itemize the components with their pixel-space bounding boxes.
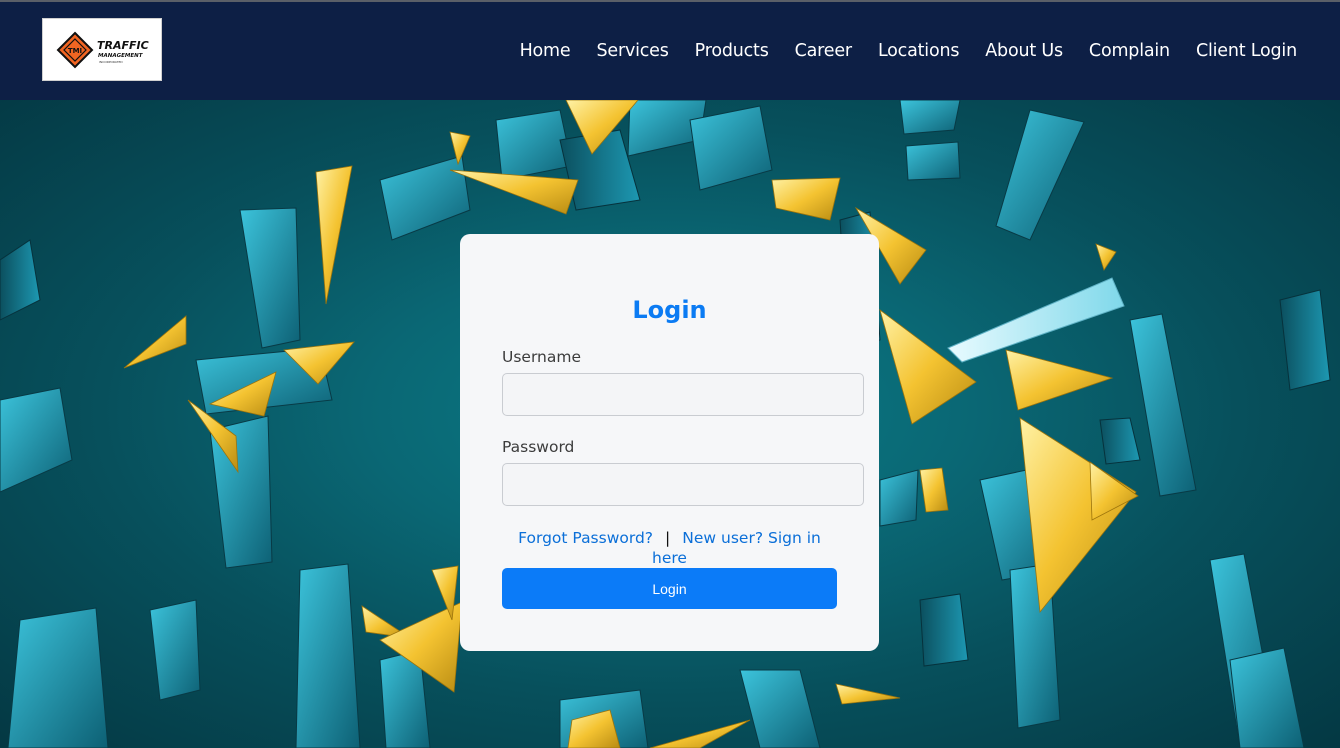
svg-text:TMI: TMI [68, 47, 82, 55]
nav-about-us[interactable]: About Us [985, 41, 1063, 61]
logo-graphic: TMI TRAFFIC MANAGEMENT INCORPORATED [56, 31, 149, 69]
forgot-password-link[interactable]: Forgot Password? [518, 529, 653, 547]
username-input[interactable] [502, 373, 864, 416]
login-card: Login Username Password Forgot Password?… [460, 234, 879, 651]
nav-client-login[interactable]: Client Login [1196, 41, 1297, 61]
nav-products[interactable]: Products [695, 41, 769, 61]
top-navbar: TMI TRAFFIC MANAGEMENT INCORPORATED Home… [0, 0, 1340, 100]
svg-text:INCORPORATED: INCORPORATED [99, 60, 123, 64]
login-title: Login [632, 296, 707, 324]
nav-career[interactable]: Career [795, 41, 852, 61]
link-separator: | [665, 529, 671, 547]
password-input[interactable] [502, 463, 864, 506]
account-links: Forgot Password? | New user? Sign in here [502, 528, 837, 568]
username-label: Username [502, 348, 582, 366]
nav-complain[interactable]: Complain [1089, 41, 1170, 61]
svg-text:MANAGEMENT: MANAGEMENT [98, 53, 144, 59]
svg-text:TRAFFIC: TRAFFIC [97, 39, 149, 52]
login-button[interactable]: Login [502, 568, 837, 609]
password-label: Password [502, 438, 575, 456]
nav-home[interactable]: Home [520, 41, 571, 61]
signup-link[interactable]: New user? Sign in here [652, 529, 821, 567]
nav-services[interactable]: Services [596, 41, 668, 61]
company-logo[interactable]: TMI TRAFFIC MANAGEMENT INCORPORATED [42, 18, 162, 81]
nav-locations[interactable]: Locations [878, 41, 960, 61]
main-nav: Home Services Products Career Locations … [520, 41, 1298, 61]
